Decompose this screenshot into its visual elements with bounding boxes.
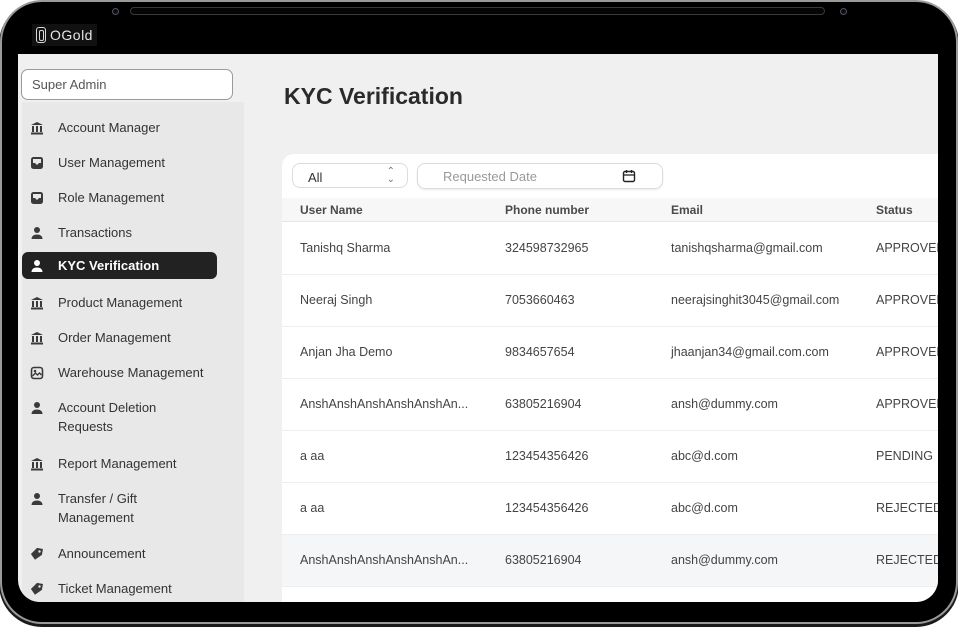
cell-phone: 63805216904 [505,397,582,411]
cell-phone: 7053660463 [505,293,575,307]
role-selector[interactable]: Super Admin [21,69,233,100]
person-icon [31,402,43,414]
status-filter-value: All [308,170,323,185]
bank-icon [31,297,43,310]
speaker-grille [130,7,825,15]
requested-date-input[interactable]: Requested Date [417,163,663,189]
cell-status: APPROVED [876,345,938,359]
sidebar-item-kyc-verification[interactable]: KYC Verification [22,252,217,279]
sidebar-item-label: User Management [58,155,165,170]
table-row[interactable]: Anjan Jha Demo 9834657654 jhaanjan34@gma… [282,327,938,379]
cell-phone: 123454356426 [505,449,589,463]
sidebar-item-label: Order Management [58,330,171,345]
cell-user-name: Tanishq Sharma [300,241,391,255]
app-screen: Account Manager User Management Role Man… [18,54,938,602]
sidebar-item-transfer-gift-management[interactable]: Transfer / Gift Management [22,491,217,527]
column-header-email[interactable]: Email [671,203,703,217]
person-icon [31,259,43,272]
sidebar-item-warehouse-management[interactable]: Warehouse Management [22,365,217,382]
cell-user-name: Anjan Jha Demo [300,345,393,359]
sidebar-item-label: Role Management [58,190,165,205]
table-row[interactable]: AnshAnshAnshAnshAnshAn... 63805216904 an… [282,535,938,587]
cell-email: jhaanjan34@gmail.com.com [671,345,829,359]
sidebar-item-transactions[interactable]: Transactions [22,225,217,242]
sidebar-item-ticket-management[interactable]: Ticket Management [22,581,217,598]
logo-mark-icon [36,27,46,43]
cell-user-name: Neeraj Singh [300,293,373,307]
cell-email: ansh@dummy.com [671,397,778,411]
sidebar-item-order-management[interactable]: Order Management [22,330,217,347]
tag-icon [30,547,43,560]
brand-name: OGold [50,27,93,43]
sidebar-item-account-manager[interactable]: Account Manager [22,120,217,137]
cell-user-name: a aa [300,449,325,463]
cell-status: APPROVED [876,397,938,411]
cell-phone: 9834657654 [505,345,575,359]
cell-phone: 63805216904 [505,553,582,567]
table-row[interactable]: Neeraj Singh 7053660463 neerajsinghit304… [282,275,938,327]
sidebar-item-label: Report Management [58,456,177,471]
chevron-up-down-icon: ⌃ ⌄ [386,166,395,185]
column-header-status[interactable]: Status [876,203,913,217]
table-row[interactable]: Tanishq Sharma 324598732965 tanishqsharm… [282,223,938,275]
table-row[interactable]: a aa 123454356426 abc@d.com REJECTED [282,483,938,535]
page-title: KYC Verification [284,83,463,109]
sidebar-item-label: Warehouse Management [58,365,204,380]
sidebar-item-report-management[interactable]: Report Management [22,456,217,473]
cell-status: PENDING [876,449,933,463]
kyc-table-card: All ⌃ ⌄ Requested Date User Name Phone nu… [282,154,938,602]
image-icon [30,366,44,380]
cell-email: tanishqsharma@gmail.com [671,241,823,255]
bank-icon [31,122,43,135]
person-icon [31,493,43,505]
table-header: User Name Phone number Email Status [282,198,938,222]
sidebar-item-product-management[interactable]: Product Management [22,295,217,312]
sidebar: Account Manager User Management Role Man… [22,102,244,602]
sidebar-item-role-management[interactable]: Role Management [22,190,217,207]
sidebar-item-label: Product Management [58,295,183,310]
brand-logo[interactable]: OGold [32,24,97,46]
cell-email: ansh@dummy.com [671,553,778,567]
table-row[interactable]: a aa 123454356426 abc@d.com PENDING [282,431,938,483]
cell-user-name: AnshAnshAnshAnshAnshAn... [300,397,469,411]
cell-email: neerajsinghit3045@gmail.com [671,293,840,307]
status-filter-select[interactable]: All ⌃ ⌄ [292,163,408,188]
inbox-icon [31,192,43,204]
bank-icon [31,458,43,471]
column-header-user-name[interactable]: User Name [300,203,363,217]
person-icon [31,227,43,239]
requested-date-placeholder: Requested Date [443,169,537,184]
cell-phone: 123454356426 [505,501,589,515]
calendar-icon[interactable] [622,169,636,183]
cell-status: APPROVED [876,241,938,255]
sidebar-item-label: Account Deletion Requests [58,400,157,434]
bank-icon [31,332,43,345]
cell-user-name: a aa [300,501,325,515]
sidebar-item-account-deletion-requests[interactable]: Account Deletion Requests [22,400,217,436]
column-header-phone-number[interactable]: Phone number [505,203,589,217]
sidebar-item-user-management[interactable]: User Management [22,155,217,172]
cell-email: abc@d.com [671,501,738,515]
sidebar-item-announcement[interactable]: Announcement [22,546,217,563]
camera-icon [112,8,119,15]
cell-email: abc@d.com [671,449,738,463]
cell-status: REJECTED [876,553,938,567]
table-row[interactable]: AnshAnshAnshAnshAnshAn... 63805216904 an… [282,379,938,431]
sidebar-item-label: Transactions [58,225,132,240]
cell-status: APPROVED [876,293,938,307]
sensor-icon [840,8,847,15]
sidebar-item-label: Ticket Management [58,581,172,596]
sidebar-item-label: Announcement [58,546,146,561]
inbox-icon [31,157,43,169]
cell-phone: 324598732965 [505,241,589,255]
sidebar-item-label: KYC Verification [58,258,160,273]
sidebar-item-label: Account Manager [58,120,160,135]
tag-icon [30,582,43,595]
cell-user-name: AnshAnshAnshAnshAnshAn... [300,553,469,567]
cell-status: REJECTED [876,501,938,515]
sidebar-item-label: Transfer / Gift Management [58,491,137,525]
